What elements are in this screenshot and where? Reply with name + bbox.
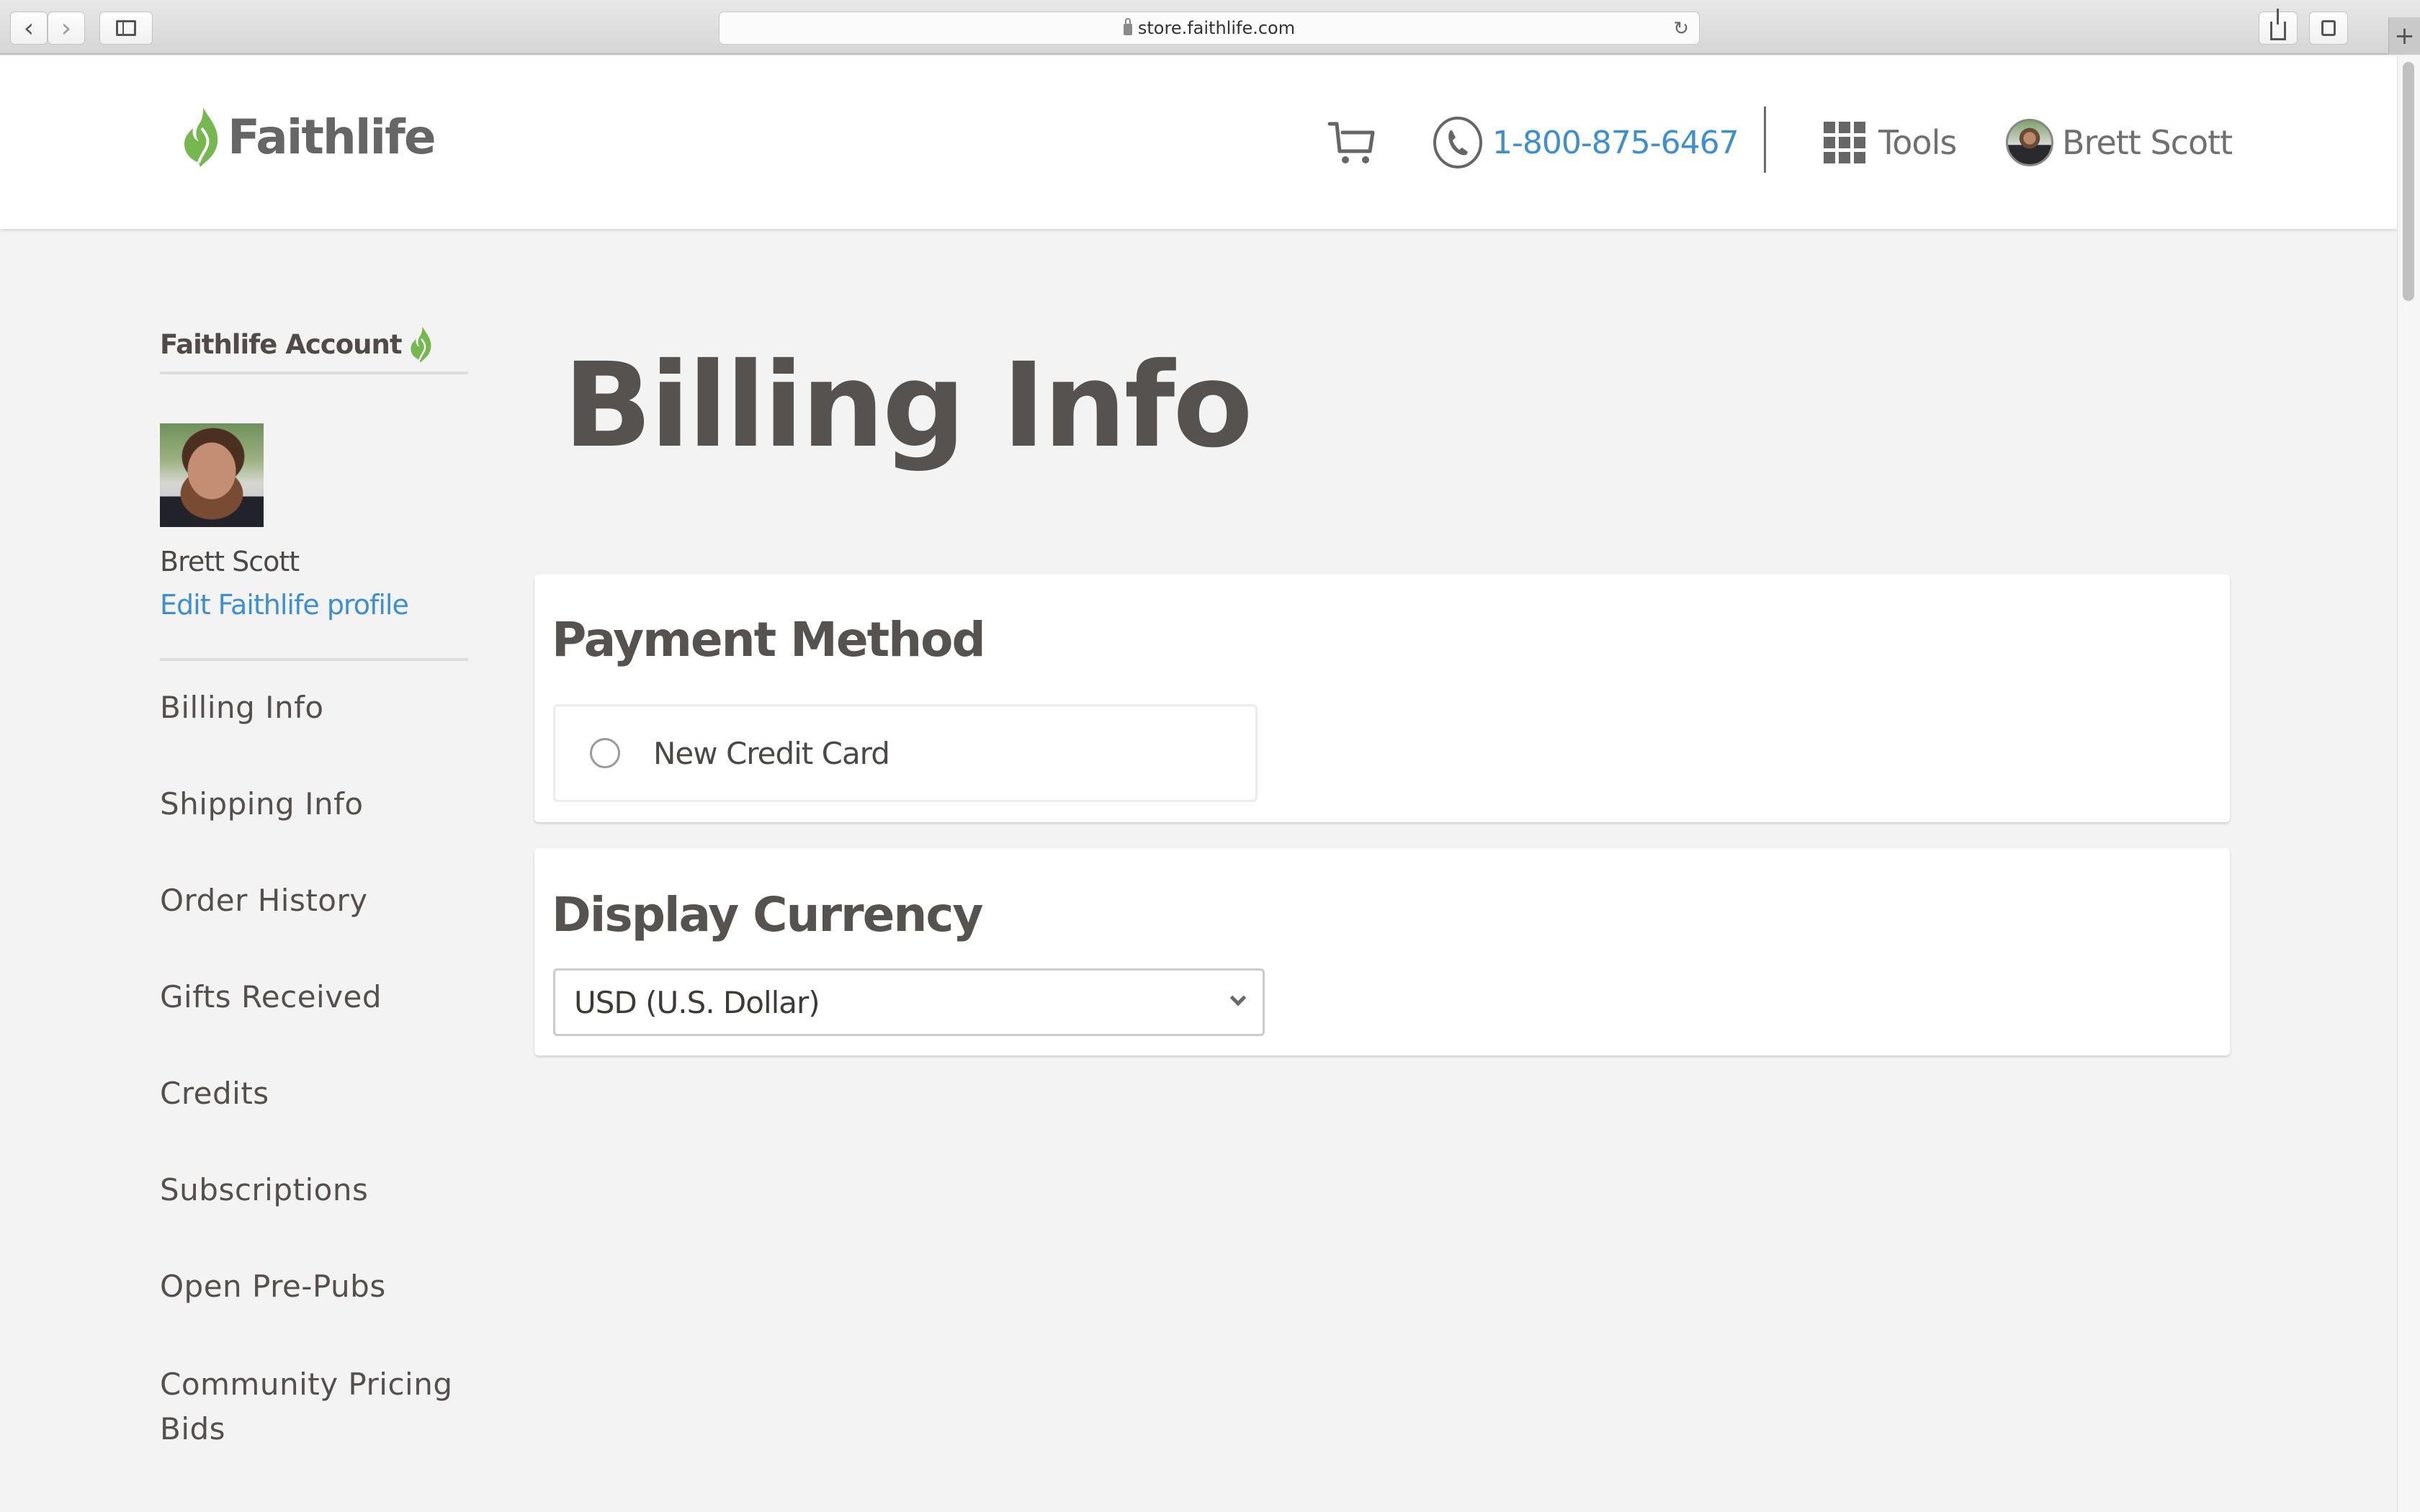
sidebar-icon xyxy=(116,20,136,36)
payment-option-new-credit-card[interactable]: New Credit Card xyxy=(553,704,1258,802)
nav-item-subscriptions[interactable]: Subscriptions xyxy=(160,1164,468,1260)
payment-method-heading: Payment Method xyxy=(552,612,986,667)
nav-item-open-pre-pubs[interactable]: Open Pre-Pubs xyxy=(160,1260,468,1356)
sidebar-divider xyxy=(160,658,468,661)
sidebar-toggle-button[interactable] xyxy=(99,12,153,45)
scrollbar-thumb[interactable] xyxy=(2403,62,2414,301)
account-title-text: Faithlife Account xyxy=(160,328,403,360)
user-menu[interactable]: Brett Scott xyxy=(2006,56,2233,229)
apps-grid-icon xyxy=(1824,122,1865,163)
site-header: Faithlife 1-800-875-6467 Tools Brett Sco… xyxy=(0,56,2397,229)
sidebar-divider xyxy=(160,372,468,374)
profile-photo xyxy=(160,423,264,527)
radio-button[interactable] xyxy=(590,738,620,768)
reload-icon[interactable]: ↻ xyxy=(1673,18,1689,40)
share-button[interactable] xyxy=(2259,9,2298,45)
flame-leaf-icon xyxy=(410,326,431,363)
user-name: Brett Scott xyxy=(2062,123,2233,162)
page-scrollbar[interactable] xyxy=(2397,56,2420,1512)
cart-button[interactable] xyxy=(1327,56,1377,229)
phone-icon xyxy=(1433,117,1482,168)
tools-label: Tools xyxy=(1878,123,1957,162)
cart-icon xyxy=(1327,122,1375,163)
payment-method-card: Payment Method New Credit Card xyxy=(534,575,2230,822)
phone-number[interactable]: 1-800-875-6467 xyxy=(1492,125,1739,161)
chevron-left-icon: ‹ xyxy=(23,13,35,43)
nav-item-billing-info[interactable]: Billing Info xyxy=(160,681,468,778)
payment-option-label: New Credit Card xyxy=(653,735,890,771)
tools-menu[interactable]: Tools xyxy=(1824,56,1957,229)
page-title: Billing Info xyxy=(563,338,1253,474)
nav-item-shipping-info[interactable]: Shipping Info xyxy=(160,778,468,874)
currency-select[interactable]: USD (U.S. Dollar) xyxy=(553,968,1265,1036)
display-currency-card: Display Currency USD (U.S. Dollar) xyxy=(534,848,2230,1056)
tabs-overview-button[interactable] xyxy=(2309,12,2348,45)
url-text: store.faithlife.com xyxy=(1137,18,1296,38)
flame-leaf-icon xyxy=(184,108,218,167)
profile-name: Brett Scott xyxy=(160,546,300,577)
forward-button[interactable]: › xyxy=(48,12,85,45)
user-avatar xyxy=(2006,119,2053,166)
chevron-right-icon: › xyxy=(60,13,72,43)
nav-item-gifts-received[interactable]: Gifts Received xyxy=(160,971,468,1067)
tabs-icon xyxy=(2321,20,2336,36)
edit-profile-link[interactable]: Edit Faithlife profile xyxy=(160,589,468,621)
new-tab-button[interactable]: + xyxy=(2388,17,2420,55)
account-sidebar: Faithlife Account Brett Scott Edit Faith… xyxy=(160,317,468,1453)
faithlife-logo[interactable]: Faithlife xyxy=(182,107,436,167)
nav-item-community-pricing-bids[interactable]: Community Pricing Bids xyxy=(160,1356,462,1453)
display-currency-heading: Display Currency xyxy=(552,887,983,942)
chevron-down-icon xyxy=(1229,989,1247,1007)
plus-icon: + xyxy=(2394,22,2415,50)
logo-text: Faithlife xyxy=(228,109,436,165)
share-icon xyxy=(2270,9,2286,40)
phone-link[interactable]: 1-800-875-6467 xyxy=(1432,56,1739,229)
address-bar[interactable]: store.faithlife.com ↻ xyxy=(719,12,1700,45)
currency-select-value: USD (U.S. Dollar) xyxy=(574,984,820,1020)
browser-toolbar: ‹ › store.faithlife.com ↻ + xyxy=(0,0,2420,55)
nav-item-order-history[interactable]: Order History xyxy=(160,874,468,971)
header-divider xyxy=(1764,107,1766,173)
nav-item-credits[interactable]: Credits xyxy=(160,1067,468,1164)
back-button[interactable]: ‹ xyxy=(10,12,48,45)
account-nav: Billing Info Shipping Info Order History… xyxy=(160,681,468,1453)
lock-icon xyxy=(1123,18,1132,35)
account-title: Faithlife Account xyxy=(160,317,468,372)
